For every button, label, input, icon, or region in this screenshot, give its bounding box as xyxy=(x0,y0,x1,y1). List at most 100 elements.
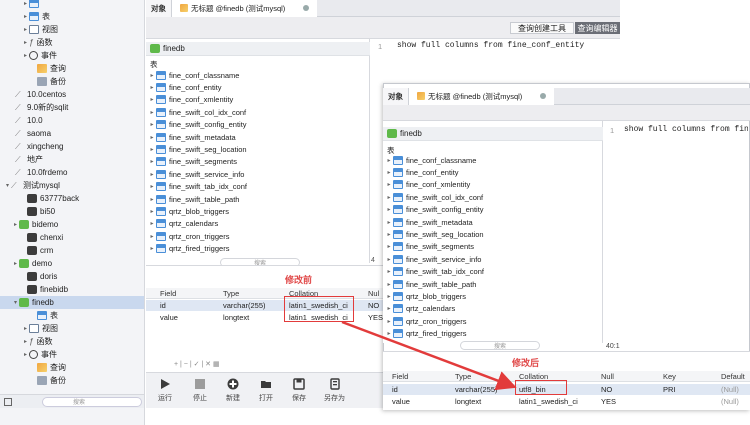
table-list-item[interactable]: ▸ fine_swift_metadata xyxy=(148,131,236,143)
chevron-right-icon[interactable]: ▸ xyxy=(148,245,156,252)
chevron-right-icon[interactable]: ▸ xyxy=(385,243,393,250)
object-search-input[interactable]: 搜索 xyxy=(460,341,540,350)
chevron-right-icon[interactable]: ▸ xyxy=(385,194,393,201)
sidebar-item[interactable]: 备份 xyxy=(0,374,144,387)
sidebar-item[interactable]: ▸ ƒ 函数 xyxy=(0,335,144,348)
chevron-icon[interactable]: ▸ xyxy=(22,39,29,46)
sidebar-item[interactable]: ⟋ saoma xyxy=(0,127,144,140)
sidebar-item[interactable]: ⟋ 地产 xyxy=(0,153,144,166)
table-list-item[interactable]: ▸ fine_swift_col_idx_conf xyxy=(148,106,246,118)
sidebar-item[interactable]: ▸ ƒ 函数 xyxy=(0,36,144,49)
chevron-right-icon[interactable]: ▸ xyxy=(148,121,156,128)
chevron-right-icon[interactable]: ▸ xyxy=(148,183,156,190)
tab-objects[interactable]: 对象 xyxy=(383,87,409,105)
run-button[interactable]: 运行 xyxy=(158,378,172,403)
table-list-item[interactable]: ▸ fine_swift_service_info xyxy=(385,253,481,265)
chevron-icon[interactable]: ▸ xyxy=(22,52,29,59)
chevron-right-icon[interactable]: ▸ xyxy=(148,208,156,215)
chevron-icon[interactable]: ▸ xyxy=(22,338,29,345)
database-header[interactable]: finedb xyxy=(146,42,370,56)
table-list-item[interactable]: ▸ fine_conf_xmlentity xyxy=(148,94,233,106)
table-list-item[interactable]: ▸ qrtz_calendars xyxy=(385,303,455,315)
table-list-item[interactable]: ▸ fine_swift_seg_location xyxy=(385,228,484,240)
query-editor-button[interactable]: 查询编辑器 xyxy=(575,22,620,34)
table-list-item[interactable]: ▸ qrtz_blob_triggers xyxy=(148,205,229,217)
sidebar-item[interactable]: ▾ ⟋ 测试mysql xyxy=(0,179,144,192)
chevron-right-icon[interactable]: ▸ xyxy=(148,84,156,91)
table-list-item[interactable]: ▸ qrtz_fired_triggers xyxy=(148,243,229,255)
sidebar-item[interactable]: 查询 xyxy=(0,62,144,75)
sidebar-search-input[interactable]: 搜索 xyxy=(42,396,142,407)
table-list-item[interactable]: ▸ fine_swift_segments xyxy=(148,156,237,168)
row-edit-bar[interactable]: + | − | ✓ | ✕ ▦ xyxy=(146,360,383,370)
table-list-item[interactable]: ▸ fine_swift_col_idx_conf xyxy=(385,191,483,203)
table-row[interactable]: value longtext latin1_swedish_ci YES (Nu… xyxy=(383,396,750,407)
table-list-item[interactable]: ▸ fine_swift_metadata xyxy=(385,216,473,228)
sidebar-item[interactable]: 表 xyxy=(0,309,144,322)
table-list-item[interactable]: ▸ qrtz_calendars xyxy=(148,218,218,230)
chevron-right-icon[interactable]: ▸ xyxy=(385,305,393,312)
table-list-item[interactable]: ▸ fine_conf_entity xyxy=(385,166,459,178)
tab-query-untitled[interactable]: 无标题 @finedb (测试mysql) xyxy=(172,0,318,17)
table-list-item[interactable]: ▸ fine_swift_seg_location xyxy=(148,143,247,155)
chevron-right-icon[interactable]: ▸ xyxy=(148,134,156,141)
chevron-icon[interactable]: ▸ xyxy=(22,26,29,33)
sidebar-item[interactable]: ▸ xyxy=(0,0,144,10)
chevron-icon[interactable]: ▸ xyxy=(22,13,29,20)
sidebar-item[interactable]: finebidb xyxy=(0,283,144,296)
table-list-item[interactable]: ▸ qrtz_blob_triggers xyxy=(385,290,466,302)
table-list-item[interactable]: ▸ fine_conf_classname xyxy=(385,154,476,166)
stop-button[interactable]: 停止 xyxy=(193,378,207,403)
sidebar-item[interactable]: 备份 xyxy=(0,75,144,88)
tab-objects[interactable]: 对象 xyxy=(146,0,172,17)
chevron-icon[interactable]: ▾ xyxy=(12,299,19,306)
chevron-right-icon[interactable]: ▸ xyxy=(385,206,393,213)
sidebar-item[interactable]: ▾ finedb xyxy=(0,296,144,309)
chevron-right-icon[interactable]: ▸ xyxy=(385,293,393,300)
table-list-item[interactable]: ▸ fine_swift_config_entity xyxy=(385,204,484,216)
sidebar-item[interactable]: ▸ 视图 xyxy=(0,322,144,335)
chevron-right-icon[interactable]: ▸ xyxy=(148,171,156,178)
chevron-right-icon[interactable]: ▸ xyxy=(385,181,393,188)
sidebar-item[interactable]: ⟋ 9.0新的sqlit xyxy=(0,101,144,114)
chevron-icon[interactable]: ▸ xyxy=(22,325,29,332)
chevron-right-icon[interactable]: ▸ xyxy=(385,231,393,238)
sidebar-item[interactable]: bi50 xyxy=(0,205,144,218)
table-list-item[interactable]: ▸ fine_swift_tab_idx_conf xyxy=(148,181,247,193)
table-list-item[interactable]: ▸ fine_swift_segments xyxy=(385,241,474,253)
chevron-icon[interactable]: ▸ xyxy=(12,260,19,267)
chevron-right-icon[interactable]: ▸ xyxy=(148,96,156,103)
chevron-right-icon[interactable]: ▸ xyxy=(385,318,393,325)
table-list-item[interactable]: ▸ fine_conf_xmlentity xyxy=(385,179,470,191)
table-list-item[interactable]: ▸ fine_swift_tab_idx_conf xyxy=(385,266,484,278)
table-list-item[interactable]: ▸ qrtz_fired_triggers xyxy=(385,328,466,340)
chevron-right-icon[interactable]: ▸ xyxy=(385,256,393,263)
chevron-right-icon[interactable]: ▸ xyxy=(385,157,393,164)
table-list-item[interactable]: ▸ qrtz_cron_triggers xyxy=(385,315,466,327)
sidebar-item[interactable]: doris xyxy=(0,270,144,283)
sidebar-item[interactable]: ⟋ 10.0frdemo xyxy=(0,166,144,179)
chevron-right-icon[interactable]: ▸ xyxy=(385,219,393,226)
sidebar-item[interactable]: ▸ 视图 xyxy=(0,23,144,36)
table-list-item[interactable]: ▸ fine_conf_entity xyxy=(148,81,222,93)
database-header[interactable]: finedb xyxy=(383,127,603,141)
sql-text[interactable]: show full columns from fine_con xyxy=(624,125,748,134)
sidebar-item[interactable]: ▸ bidemo xyxy=(0,218,144,231)
chevron-right-icon[interactable]: ▸ xyxy=(148,158,156,165)
table-list-item[interactable]: ▸ fine_swift_table_path xyxy=(148,193,239,205)
chevron-right-icon[interactable]: ▸ xyxy=(385,169,393,176)
sidebar-item[interactable]: ▸ 事件 xyxy=(0,348,144,361)
chevron-icon[interactable]: ▸ xyxy=(12,221,19,228)
sidebar-item[interactable]: ▸ 表 xyxy=(0,10,144,23)
sidebar-item[interactable]: 63777back xyxy=(0,192,144,205)
new-button[interactable]: 新建 xyxy=(226,378,240,403)
sidebar-item[interactable]: crm xyxy=(0,244,144,257)
chevron-icon[interactable]: ▾ xyxy=(4,182,11,189)
table-list-item[interactable]: ▸ fine_swift_config_entity xyxy=(148,119,247,131)
sidebar-item[interactable]: ⟋ 10.0 xyxy=(0,114,144,127)
sidebar-item[interactable]: ▸ 事件 xyxy=(0,49,144,62)
chevron-icon[interactable]: ▸ xyxy=(22,351,29,358)
sidebar-item[interactable]: 查询 xyxy=(0,361,144,374)
add-connection-icon[interactable] xyxy=(4,397,12,406)
chevron-right-icon[interactable]: ▸ xyxy=(385,268,393,275)
